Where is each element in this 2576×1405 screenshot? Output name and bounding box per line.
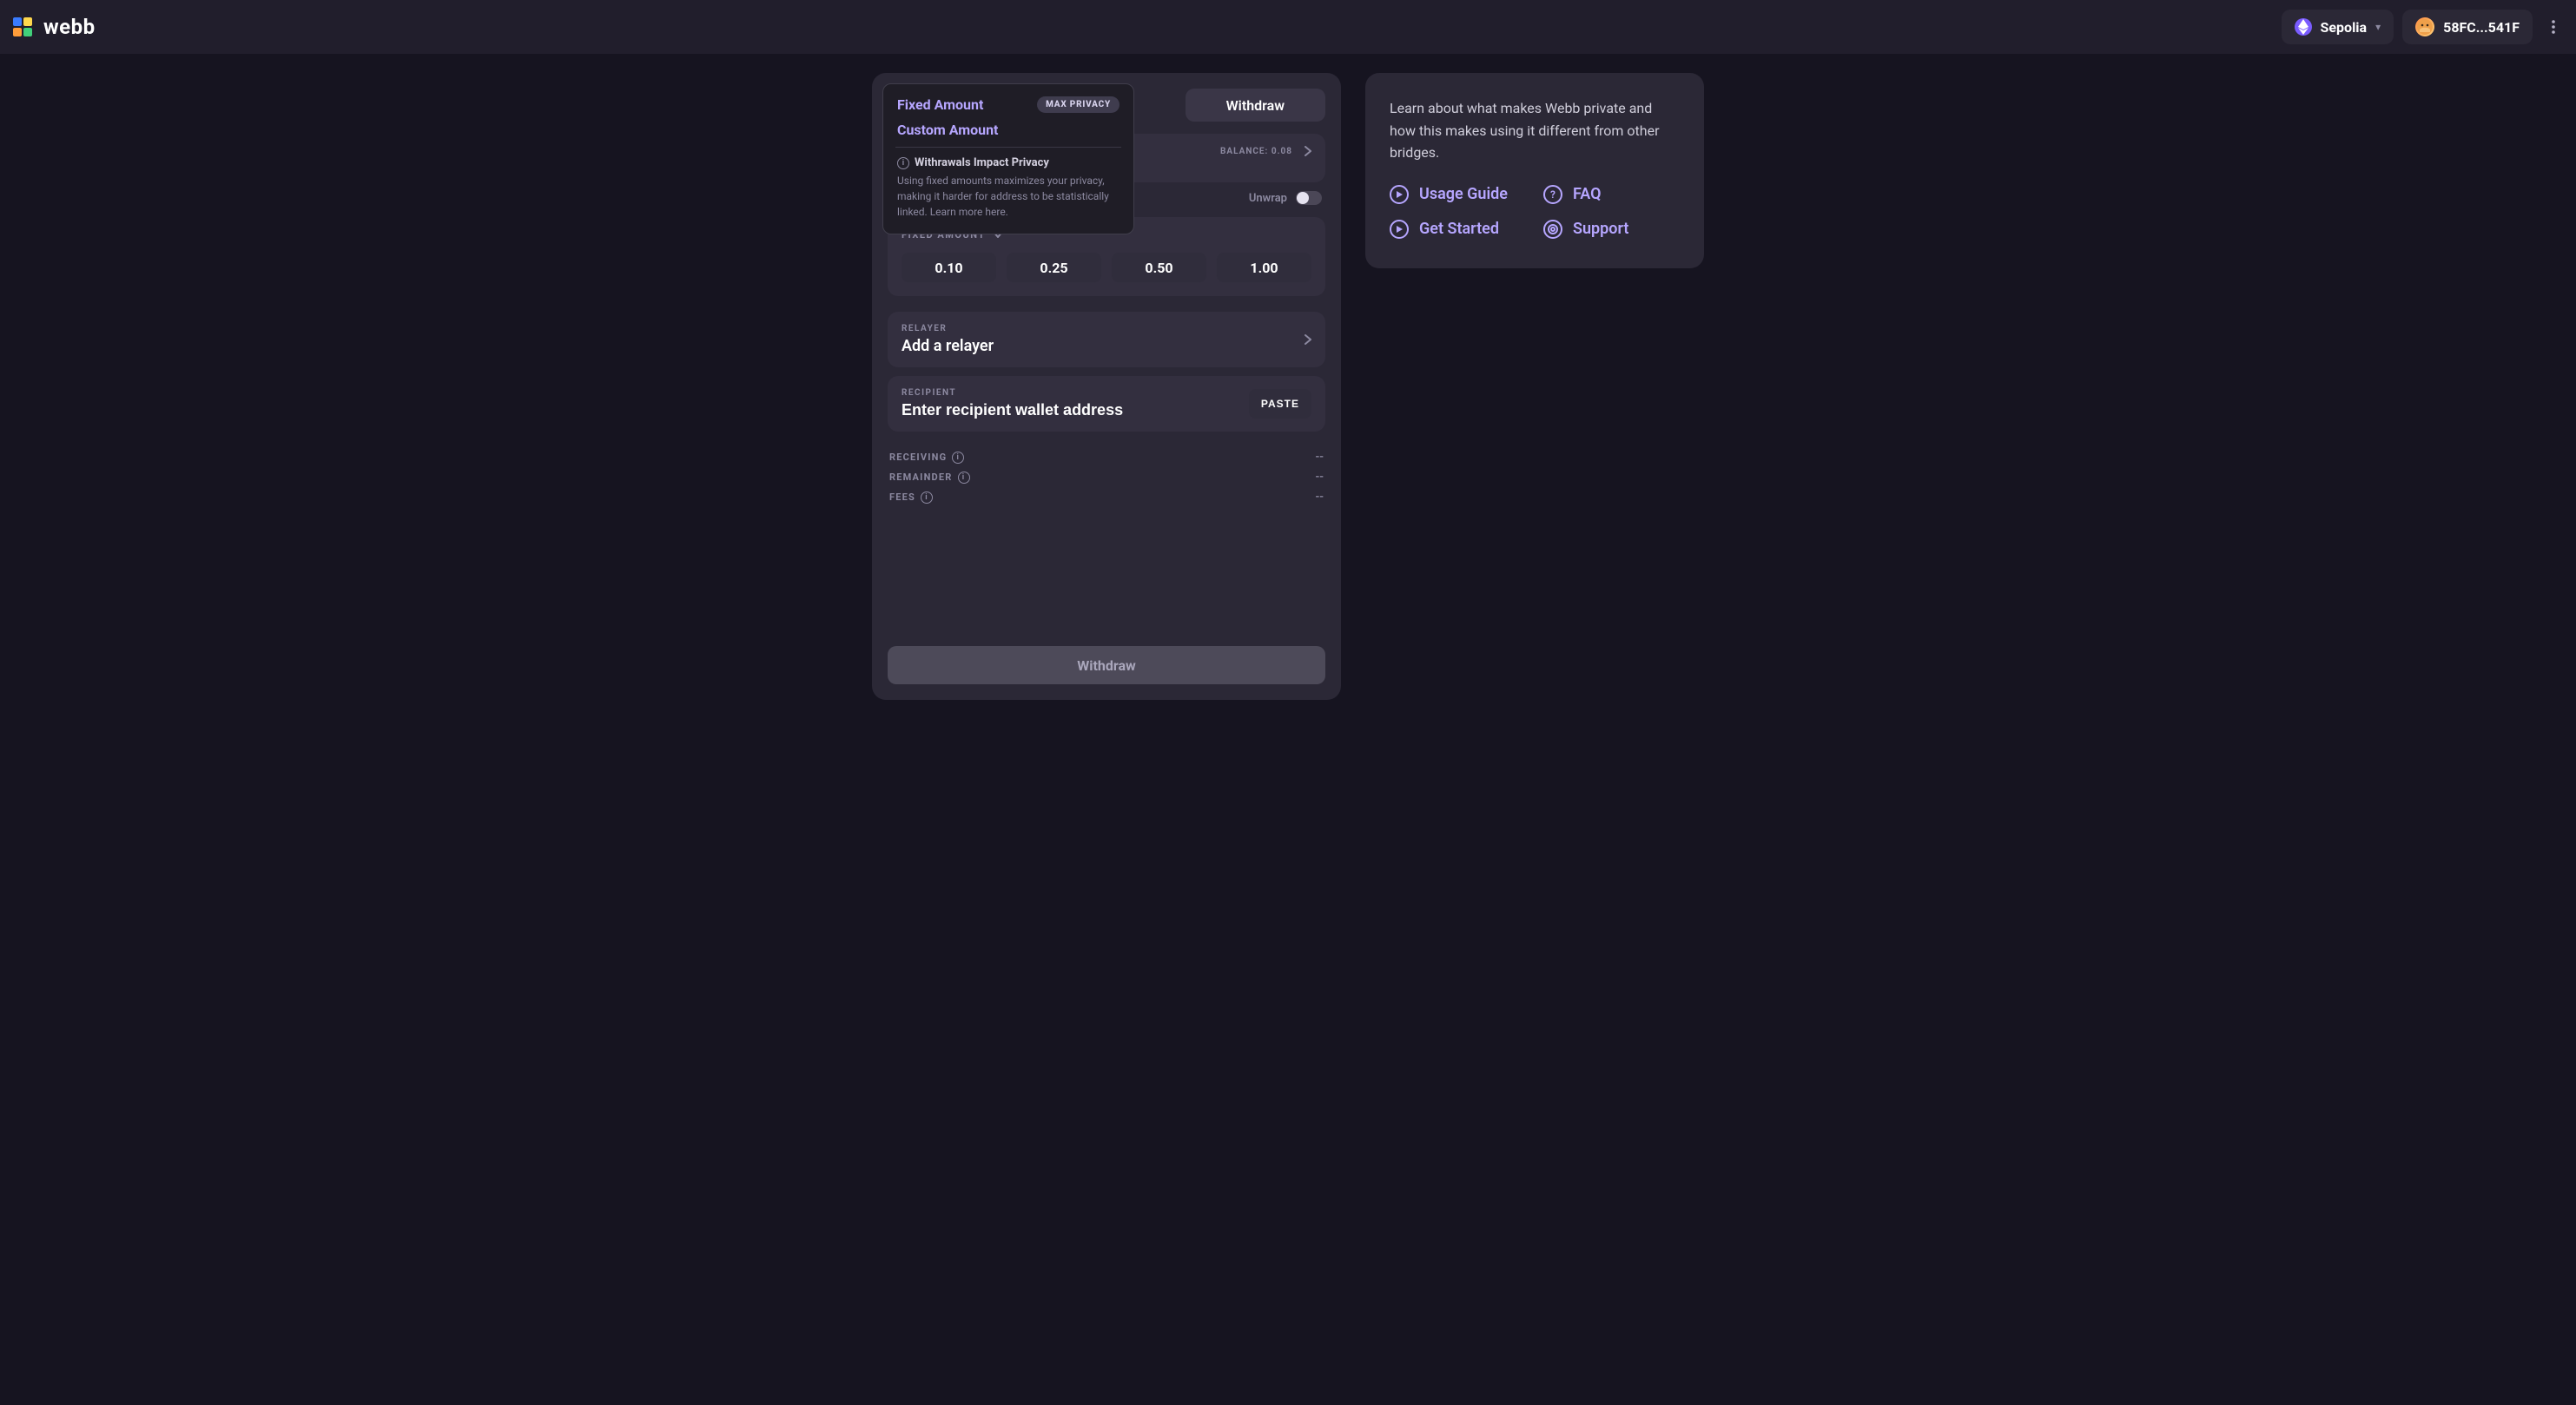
link-support[interactable]: Support	[1543, 220, 1680, 239]
link-label: Usage Guide	[1419, 185, 1508, 203]
relayer-overline: RELAYER	[902, 324, 994, 333]
relayer-title: Add a relayer	[902, 337, 994, 355]
info-links: Usage Guide ? FAQ Get Started Support	[1390, 185, 1680, 239]
chevron-down-icon: ▾	[2375, 21, 2381, 33]
tab-withdraw[interactable]: Withdraw	[1186, 89, 1325, 122]
ethereum-icon	[2295, 18, 2312, 36]
preset-2[interactable]: 0.50	[1112, 253, 1206, 282]
withdraw-button[interactable]: Withdraw	[888, 646, 1325, 684]
info-text: Learn about what makes Webb private and …	[1390, 97, 1680, 164]
network-name: Sepolia	[2321, 19, 2368, 36]
remainder-value: --	[1315, 471, 1324, 484]
more-menu-button[interactable]	[2541, 15, 2566, 39]
lifering-icon	[1543, 220, 1562, 239]
link-get-started[interactable]: Get Started	[1390, 220, 1526, 239]
logo-mark-icon	[10, 15, 35, 39]
wallet-button[interactable]: 58FC...541F	[2402, 10, 2533, 44]
recipient-field: RECIPIENT PASTE	[888, 376, 1325, 432]
popover-option-fixed[interactable]: Fixed Amount	[897, 96, 983, 113]
preset-3[interactable]: 1.00	[1217, 253, 1311, 282]
summary: RECEIVING i -- REMAINDER i -- FEES i --	[888, 447, 1325, 507]
info-icon[interactable]: i	[952, 452, 964, 464]
popover-note-heading: i Withrawals Impact Privacy	[897, 156, 1120, 169]
unwrap-toggle[interactable]	[1296, 191, 1322, 205]
chevron-right-icon	[1305, 334, 1311, 345]
popover-note-title: Withrawals Impact Privacy	[915, 156, 1049, 169]
token-balance: BALANCE: 0.08	[1220, 147, 1292, 156]
network-selector[interactable]: Sepolia ▾	[2282, 10, 2394, 44]
info-icon: i	[897, 157, 909, 169]
receiving-label: RECEIVING	[889, 452, 947, 463]
relayer-selector[interactable]: RELAYER Add a relayer	[888, 312, 1325, 367]
recipient-input[interactable]	[902, 401, 1238, 419]
fees-label: FEES	[889, 491, 915, 503]
info-card: Learn about what makes Webb private and …	[1365, 73, 1704, 268]
receiving-value: --	[1315, 451, 1324, 464]
link-faq[interactable]: ? FAQ	[1543, 185, 1680, 204]
link-label: Support	[1573, 220, 1628, 238]
popover-note-body: Using fixed amounts maximizes your priva…	[897, 173, 1120, 220]
app-name: webb	[43, 15, 96, 39]
withdraw-card: Fixed Amount MAX PRIVACY Custom Amount i…	[872, 73, 1341, 700]
info-icon[interactable]: i	[958, 472, 970, 484]
main-area: Fixed Amount MAX PRIVACY Custom Amount i…	[0, 54, 2576, 735]
preset-0[interactable]: 0.10	[902, 253, 996, 282]
info-icon[interactable]: i	[921, 491, 933, 504]
question-icon: ?	[1543, 185, 1562, 204]
toggle-knob	[1297, 192, 1309, 204]
play-icon	[1390, 220, 1409, 239]
preset-1[interactable]: 0.25	[1007, 253, 1101, 282]
max-privacy-badge: MAX PRIVACY	[1037, 96, 1120, 113]
popover-option-custom[interactable]: Custom Amount	[897, 122, 998, 138]
link-label: Get Started	[1419, 220, 1499, 238]
wallet-avatar-icon	[2415, 17, 2434, 36]
fees-value: --	[1315, 491, 1324, 504]
amount-presets: 0.10 0.25 0.50 1.00	[902, 253, 1311, 282]
link-label: FAQ	[1573, 185, 1602, 203]
popover-divider	[895, 147, 1121, 148]
link-usage-guide[interactable]: Usage Guide	[1390, 185, 1526, 204]
unwrap-label: Unwrap	[1249, 192, 1287, 205]
app-logo: webb	[10, 15, 96, 39]
paste-button[interactable]: PASTE	[1249, 389, 1311, 419]
wallet-address: 58FC...541F	[2443, 19, 2520, 36]
chevron-right-icon	[1305, 146, 1311, 156]
play-icon	[1390, 185, 1409, 204]
app-header: webb Sepolia ▾ 58FC...541F	[0, 0, 2576, 54]
remainder-label: REMAINDER	[889, 472, 953, 483]
recipient-overline: RECIPIENT	[902, 388, 1238, 398]
amount-mode-popover: Fixed Amount MAX PRIVACY Custom Amount i…	[882, 83, 1134, 234]
